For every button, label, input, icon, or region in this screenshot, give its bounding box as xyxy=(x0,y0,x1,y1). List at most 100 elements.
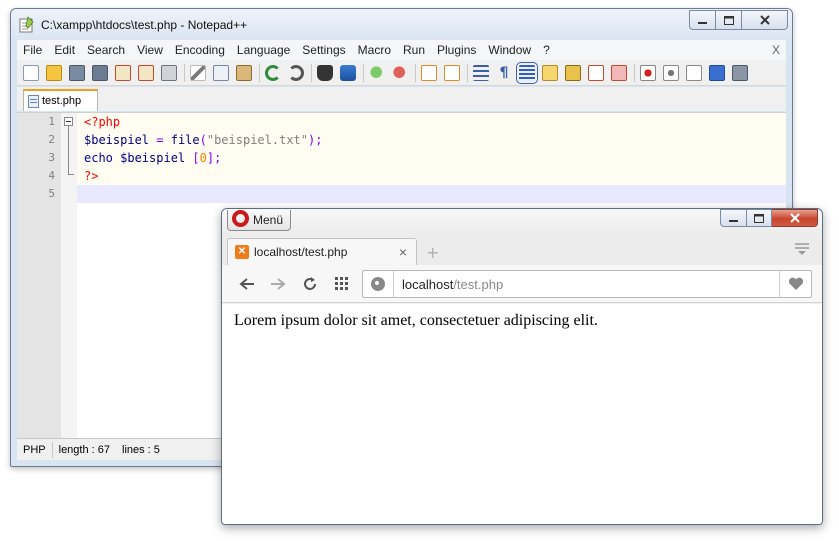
php-close-tag: ?> xyxy=(84,169,99,183)
menu-view[interactable]: View xyxy=(131,43,169,57)
status-language: PHP xyxy=(17,441,53,458)
function-list-icon[interactable] xyxy=(565,64,581,81)
document-map-icon[interactable] xyxy=(542,64,558,81)
notepad-close-button[interactable] xyxy=(742,10,788,30)
record-macro-icon[interactable] xyxy=(640,64,656,81)
php-file-icon xyxy=(28,94,39,108)
notepad-app-icon xyxy=(19,16,34,33)
run-macro-multiple-icon[interactable] xyxy=(709,64,725,81)
php-open-tag: <?php xyxy=(84,115,121,129)
cut-icon[interactable] xyxy=(190,64,206,81)
back-button[interactable] xyxy=(237,274,257,294)
menu-encoding[interactable]: Encoding xyxy=(169,43,231,57)
toolbar-separator xyxy=(311,63,312,82)
fold-guide xyxy=(68,126,69,174)
open-file-icon[interactable] xyxy=(46,64,62,81)
zoom-in-icon[interactable] xyxy=(369,64,385,81)
copy-icon[interactable] xyxy=(213,64,229,81)
line-number: 2 xyxy=(48,133,55,146)
opera-menu-label: Menü xyxy=(253,213,284,227)
fold-collapse-icon[interactable] xyxy=(64,117,73,126)
zoom-out-icon[interactable] xyxy=(392,64,408,81)
code-line-1: <?php xyxy=(77,113,786,131)
find-icon[interactable] xyxy=(317,64,333,81)
minimize-icon xyxy=(698,21,707,24)
redo-icon[interactable] xyxy=(288,64,304,81)
notepad-menubar: File Edit Search View Encoding Language … xyxy=(17,40,786,60)
browser-tab-localhost[interactable]: ✕ localhost/test.php × xyxy=(227,238,417,265)
indent-guide-icon[interactable] xyxy=(516,61,538,84)
menu-help[interactable]: ? xyxy=(537,43,556,57)
forward-arrow-icon xyxy=(271,278,286,290)
back-arrow-icon xyxy=(239,278,254,290)
save-all-icon[interactable] xyxy=(92,64,108,81)
menu-macro[interactable]: Macro xyxy=(352,43,397,57)
opera-menu-button[interactable]: Menü xyxy=(227,209,291,231)
menu-language[interactable]: Language xyxy=(231,43,296,57)
close-all-icon[interactable] xyxy=(138,64,154,81)
notepad-maximize-button[interactable] xyxy=(716,10,742,30)
line-number: 5 xyxy=(48,187,55,200)
bookmark-button[interactable] xyxy=(779,271,811,297)
address-bar[interactable]: localhost/test.php xyxy=(362,270,812,298)
speed-dial-button[interactable] xyxy=(332,274,352,294)
stop-recording-icon[interactable] xyxy=(663,64,679,81)
replace-icon[interactable] xyxy=(340,64,356,81)
menu-search[interactable]: Search xyxy=(81,43,131,57)
toolbar-separator xyxy=(259,63,260,82)
browser-titlebar[interactable]: Menü xyxy=(222,209,822,235)
monitoring-icon[interactable] xyxy=(611,64,627,81)
browser-tab-title: localhost/test.php xyxy=(254,245,348,259)
tab-close-icon[interactable]: × xyxy=(399,244,407,260)
code-line-5-current xyxy=(77,185,786,203)
menu-edit[interactable]: Edit xyxy=(48,43,81,57)
speed-dial-grid-icon xyxy=(335,277,348,290)
site-info-icon[interactable] xyxy=(371,277,385,291)
print-icon[interactable] xyxy=(161,64,177,81)
new-file-icon[interactable] xyxy=(23,64,39,81)
keyword: echo xyxy=(84,151,121,165)
menu-run[interactable]: Run xyxy=(397,43,431,57)
close-icon xyxy=(759,15,770,25)
menu-plugins[interactable]: Plugins xyxy=(431,43,482,57)
sync-vertical-icon[interactable] xyxy=(421,64,437,81)
paste-icon[interactable] xyxy=(236,64,252,81)
line-number: 4 xyxy=(48,169,55,182)
forward-button[interactable] xyxy=(268,274,288,294)
save-macro-icon[interactable] xyxy=(732,64,748,81)
undo-icon[interactable] xyxy=(265,64,281,81)
notepad-caption-buttons xyxy=(689,10,788,30)
menu-window[interactable]: Window xyxy=(482,43,537,57)
tab-menu-icon[interactable] xyxy=(794,242,810,256)
sync-horizontal-icon[interactable] xyxy=(444,64,460,81)
reload-button[interactable] xyxy=(300,274,320,294)
notepad-tabbar: test.php xyxy=(17,87,786,111)
play-macro-icon[interactable] xyxy=(686,64,702,81)
status-lines: lines : 5 xyxy=(122,443,160,456)
folder-as-workspace-icon[interactable] xyxy=(588,64,604,81)
close-icon[interactable] xyxy=(115,64,131,81)
address-divider xyxy=(393,271,394,297)
browser-maximize-button[interactable] xyxy=(747,209,772,227)
notepad-titlebar[interactable]: C:\xampp\htdocs\test.php - Notepad++ xyxy=(11,9,792,39)
menu-settings[interactable]: Settings xyxy=(296,43,351,57)
new-tab-button[interactable]: + xyxy=(426,243,439,262)
browser-navbar: localhost/test.php xyxy=(222,265,822,303)
tab-test-php[interactable]: test.php xyxy=(23,89,98,111)
tab-label: test.php xyxy=(42,95,82,107)
line-number-gutter: 1 2 3 4 5 xyxy=(17,113,61,438)
close-document-button[interactable]: X xyxy=(772,43,780,57)
operator: [ xyxy=(185,151,200,165)
word-wrap-icon[interactable] xyxy=(473,64,489,81)
browser-minimize-button[interactable] xyxy=(720,209,747,227)
menu-file[interactable]: File xyxy=(17,43,48,57)
browser-window: Menü ✕ localhost/test.php × + localhost … xyxy=(221,208,823,525)
minimize-icon xyxy=(729,219,738,222)
notepad-minimize-button[interactable] xyxy=(689,10,716,30)
show-all-chars-icon[interactable]: ¶ xyxy=(496,65,512,81)
browser-close-button[interactable] xyxy=(772,209,818,227)
save-icon[interactable] xyxy=(69,64,85,81)
function-name: file xyxy=(170,133,200,147)
reload-icon xyxy=(304,277,316,290)
toolbar-separator xyxy=(363,63,364,82)
